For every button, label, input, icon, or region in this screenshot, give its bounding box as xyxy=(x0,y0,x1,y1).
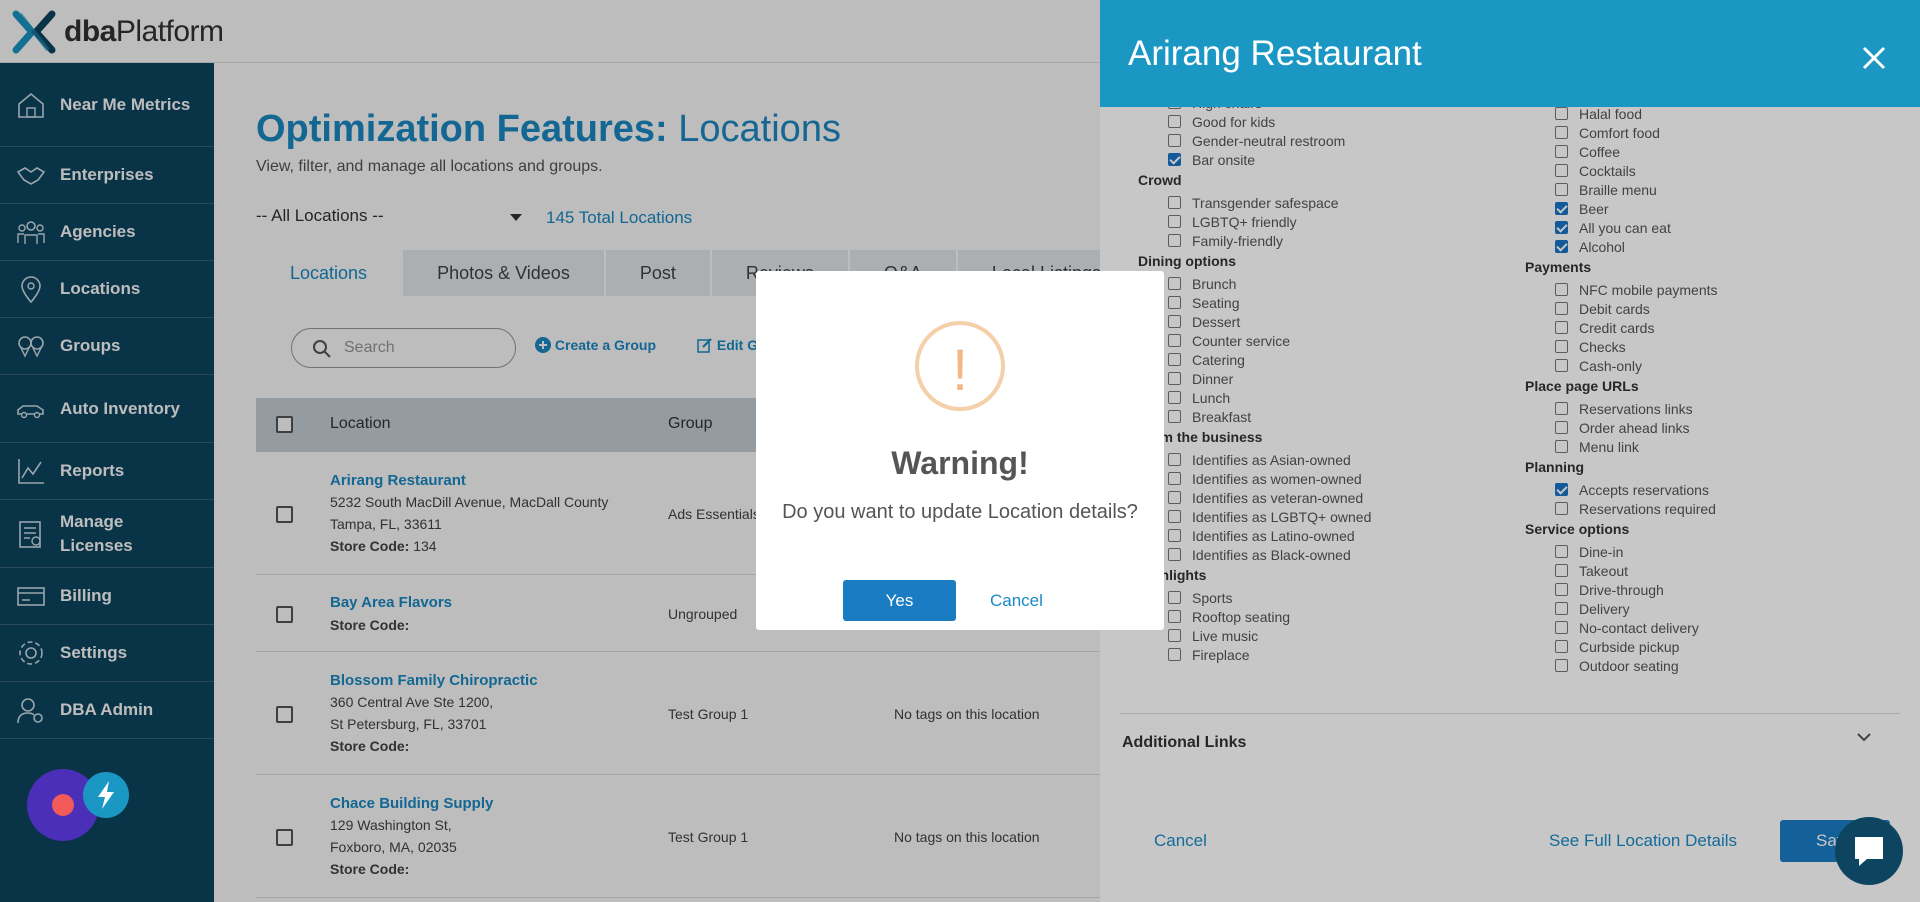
yes-button[interactable]: Yes xyxy=(843,580,956,621)
lightning-icon xyxy=(98,781,114,809)
modal-cancel-button[interactable]: Cancel xyxy=(990,591,1043,611)
record-dot-icon xyxy=(52,794,74,816)
modal-title: Warning! xyxy=(891,445,1029,481)
close-icon[interactable] xyxy=(1860,44,1888,72)
warning-icon: ! xyxy=(915,321,1005,411)
chat-bubble-icon xyxy=(1855,837,1883,866)
panel-title: Arirang Restaurant xyxy=(1128,34,1422,73)
panel-overlay xyxy=(1100,107,1920,902)
quick-actions-button[interactable] xyxy=(83,772,129,818)
modal-message: Do you want to update Location details? xyxy=(782,501,1138,523)
chat-button[interactable] xyxy=(1835,817,1903,885)
warning-modal: ! Warning! Do you want to update Locatio… xyxy=(756,271,1164,630)
panel-header: Arirang Restaurant xyxy=(1100,0,1920,107)
